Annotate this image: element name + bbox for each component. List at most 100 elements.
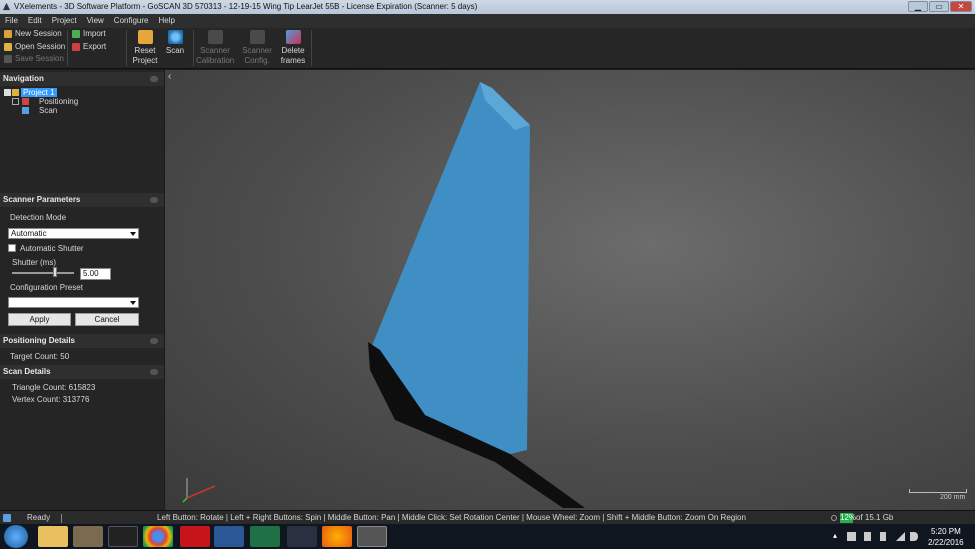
ribbon-divider — [67, 30, 68, 66]
window-title: VXelements - 3D Software Platform - GoSC… — [14, 2, 478, 11]
status-text: Ready — [27, 513, 51, 522]
menu-file[interactable]: File — [0, 14, 23, 28]
status-divider — [61, 514, 62, 523]
memory-icon — [831, 515, 837, 521]
scan-tree-icon — [22, 107, 29, 114]
firefox-icon[interactable] — [322, 526, 352, 547]
triangle-count: Triangle Count: 615823 — [12, 383, 96, 392]
tree-item-project[interactable]: Project 1 — [21, 88, 57, 97]
scan-icon — [167, 30, 183, 44]
shutter-slider-track[interactable] — [12, 272, 74, 274]
start-button[interactable] — [4, 525, 28, 548]
shutter-label: Shutter (ms) — [12, 258, 57, 267]
clock-date[interactable]: 2/22/2016 — [928, 538, 964, 547]
app-icon[interactable] — [73, 526, 103, 547]
config-preset-label: Configuration Preset — [10, 283, 83, 292]
maximize-button[interactable]: ▭ — [929, 1, 949, 12]
import-export-group: Import Export — [70, 28, 106, 53]
menu-view[interactable]: View — [82, 14, 109, 28]
ribbon-divider — [311, 30, 312, 66]
apply-button[interactable]: Apply — [8, 313, 71, 326]
positioning-icon — [22, 98, 29, 105]
memory-total: of 15.1 Gb — [856, 513, 894, 522]
file-explorer-icon[interactable] — [38, 526, 68, 547]
import-icon — [72, 30, 80, 38]
shutter-slider-handle[interactable] — [53, 267, 58, 277]
save-session-button[interactable]: Save Session — [2, 53, 65, 66]
new-session-icon — [4, 30, 12, 38]
left-panel: Navigation Project 1 Positioning Scan Sc… — [0, 70, 164, 510]
scale-label: 200 mm — [940, 494, 966, 501]
volume-icon[interactable] — [910, 532, 918, 541]
pin-icon[interactable] — [150, 369, 158, 375]
status-icon — [3, 514, 11, 522]
chevron-down-icon — [130, 301, 136, 305]
app-logo-icon — [2, 2, 11, 11]
word-icon[interactable] — [214, 526, 244, 547]
calibration-icon — [207, 30, 223, 44]
clock-time[interactable]: 5:20 PM — [931, 527, 961, 536]
network-icon[interactable] — [896, 532, 905, 541]
reset-project-icon — [137, 30, 153, 44]
automatic-shutter-label: Automatic Shutter — [20, 244, 84, 253]
delete-frames-icon — [285, 30, 301, 44]
menu-configure[interactable]: Configure — [109, 14, 154, 28]
acrobat-icon[interactable] — [180, 526, 210, 547]
scanner-parameters-header: Scanner Parameters — [0, 193, 164, 207]
axis-triad-icon — [182, 478, 216, 503]
memory-usage: 12% — [840, 513, 857, 523]
delete-frames-button[interactable]: Delete frames — [278, 30, 308, 65]
reset-project-button[interactable]: Reset Project — [131, 30, 159, 65]
automatic-shutter-checkbox[interactable] — [8, 244, 16, 252]
scan-button[interactable]: Scan — [162, 30, 188, 56]
scanner-config-icon — [249, 30, 265, 44]
export-icon — [72, 42, 80, 51]
ribbon-divider — [126, 30, 127, 66]
detection-mode-select[interactable]: Automatic — [8, 228, 139, 239]
title-bar: VXelements - 3D Software Platform - GoSC… — [0, 0, 975, 14]
menu-edit[interactable]: Edit — [23, 14, 47, 28]
collapse-tree-icon[interactable] — [4, 89, 11, 96]
status-bar: Ready Left Button: Rotate | Left + Right… — [0, 510, 975, 524]
open-session-button[interactable]: Open Session — [2, 41, 65, 54]
tray-chevron-icon[interactable]: ▴ — [833, 531, 837, 540]
config-preset-select[interactable] — [8, 297, 139, 308]
pin-icon[interactable] — [150, 197, 158, 203]
export-button[interactable]: Export — [70, 41, 106, 54]
project-icon — [12, 89, 19, 96]
flag-icon[interactable] — [864, 532, 871, 541]
new-session-button[interactable]: New Session — [2, 28, 65, 41]
battery-icon[interactable] — [880, 532, 886, 541]
scanner-config-button[interactable]: Scanner Config. — [241, 30, 273, 65]
terminal-icon[interactable] — [108, 526, 138, 547]
pin-icon[interactable] — [150, 338, 158, 344]
vertex-count: Vertex Count: 313776 — [12, 395, 90, 404]
mouse-hints: Left Button: Rotate | Left + Right Butto… — [157, 513, 746, 522]
minimize-button[interactable]: ▁ — [908, 1, 928, 12]
3d-viewport[interactable]: ‹ 200 mm — [165, 70, 975, 510]
session-group: New Session Open Session Save Session — [2, 28, 65, 66]
import-button[interactable]: Import — [70, 28, 106, 41]
scanner-calibration-button[interactable]: Scanner Calibration — [196, 30, 234, 65]
navigation-header: Navigation — [0, 72, 164, 86]
vxelements-icon[interactable] — [357, 526, 387, 547]
chevron-down-icon — [130, 232, 136, 236]
menu-help[interactable]: Help — [153, 14, 179, 28]
windows-icon[interactable] — [847, 532, 856, 541]
close-button[interactable]: ✕ — [950, 1, 972, 12]
app-icon[interactable] — [287, 526, 317, 547]
chrome-icon[interactable] — [143, 526, 173, 547]
excel-icon[interactable] — [250, 526, 280, 547]
ribbon-toolbar: New Session Open Session Save Session Im… — [0, 28, 975, 69]
scale-bar — [909, 489, 967, 493]
target-count: Target Count: 50 — [10, 352, 70, 361]
shutter-input[interactable]: 5.00 — [80, 268, 111, 280]
menu-project[interactable]: Project — [47, 14, 82, 28]
positioning-details-header: Positioning Details — [0, 334, 164, 348]
save-icon — [4, 55, 12, 63]
expand-tree-icon[interactable] — [12, 98, 19, 105]
pin-icon[interactable] — [150, 76, 158, 82]
tree-item-scan[interactable]: Scan — [39, 106, 57, 115]
cancel-button[interactable]: Cancel — [75, 313, 139, 326]
tree-item-positioning[interactable]: Positioning — [39, 97, 78, 106]
